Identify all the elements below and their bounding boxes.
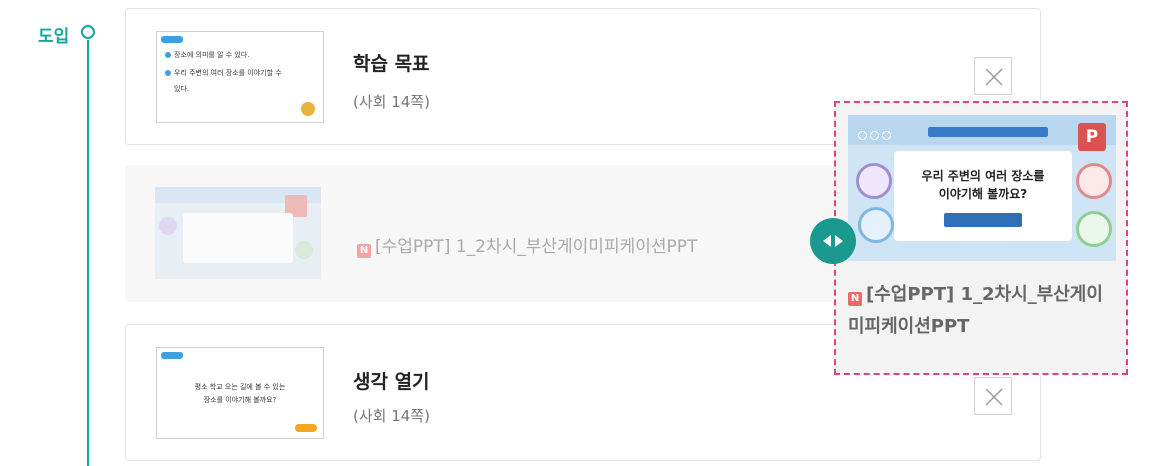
thumb-badge [161, 36, 183, 43]
card-title: 학습 목표 [353, 53, 430, 75]
card-thumbnail: 장소에 의미를 알 수 있다. 우리 주변의 여러 장소를 이야기할 수 있다. [156, 31, 324, 123]
new-badge: N [848, 292, 862, 306]
card-title: 생각 열기 [353, 371, 430, 393]
thumb-button [295, 424, 317, 432]
circle-icon [1076, 163, 1112, 199]
ghost-thumbnail [155, 187, 321, 279]
new-badge: N [357, 244, 371, 258]
ppt-icon: P [1078, 123, 1106, 151]
stage-label: 도입 [38, 27, 70, 47]
close-icon [985, 388, 1003, 406]
thumb-text: 있다. [174, 85, 190, 93]
circle-icon [858, 207, 894, 243]
thumb-question: 이야기해 볼까요? [938, 187, 1028, 201]
card-subtitle: (사회 14쪽) [353, 407, 430, 425]
drag-preview-title: [수업PPT] 1_2차시_부산게이미피케이션PPT [848, 284, 1103, 337]
thumb-text: 평소 학교 오는 길에 볼 수 있는 [194, 383, 286, 391]
ghost-title: [수업PPT] 1_2차시_부산게이미피케이션PPT [375, 237, 698, 257]
character-icon [301, 102, 315, 116]
card-subtitle: (사회 14쪽) [353, 93, 430, 111]
circle-icon [1076, 211, 1112, 247]
remove-button[interactable] [974, 57, 1012, 95]
thumb-question: 우리 주변의 여러 장소를 [921, 169, 1045, 183]
timeline-node-icon [81, 25, 95, 39]
remove-button[interactable] [974, 377, 1012, 415]
thumb-text: 장소에 의미를 알 수 있다. [174, 51, 250, 59]
drag-preview-thumbnail: P 우리 주변의 여러 장소를 이야기해 볼까요? [848, 115, 1116, 261]
circle-icon [856, 163, 892, 199]
close-icon [985, 68, 1003, 86]
drag-preview[interactable]: P 우리 주변의 여러 장소를 이야기해 볼까요? N [수업PPT] 1_2차시… [834, 101, 1128, 375]
thumb-badge [161, 352, 183, 359]
card-thumbnail: 평소 학교 오는 길에 볼 수 있는 장소를 이야기해 볼까요? [156, 347, 324, 439]
timeline-line [87, 40, 89, 466]
drag-arrows-icon [823, 235, 843, 247]
thumb-text: 우리 주변의 여러 장소를 이야기할 수 [174, 69, 282, 77]
drag-handle[interactable] [810, 218, 856, 264]
thumb-text: 장소를 이야기해 볼까요? [203, 396, 277, 404]
